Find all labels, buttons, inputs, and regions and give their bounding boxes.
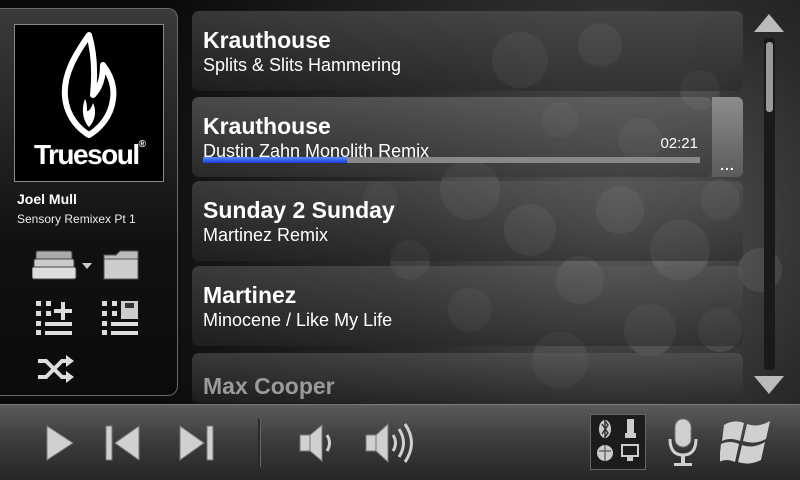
scroll-down-arrow-icon[interactable] xyxy=(752,374,786,396)
bottom-control-bar xyxy=(0,404,800,480)
playlist-item-now-playing[interactable]: Krauthouse Dustin Zahn Monolith Remix 02… xyxy=(192,97,712,177)
more-options-button[interactable]: ... xyxy=(712,97,743,177)
list-save-icon[interactable] xyxy=(102,299,140,337)
track-elapsed-time: 02:21 xyxy=(660,135,698,152)
album-name: Sensory Remixex Pt 1 xyxy=(17,212,136,226)
track-title: Max Cooper xyxy=(203,373,335,399)
control-divider xyxy=(258,419,261,467)
volume-down-icon[interactable] xyxy=(298,421,338,465)
track-progress-bar[interactable] xyxy=(203,157,700,163)
next-icon[interactable] xyxy=(177,423,215,463)
track-subtitle: Minocene / Like My Life xyxy=(203,310,393,330)
playlist-item[interactable]: Krauthouse Splits & Slits Hammering xyxy=(192,11,743,91)
album-art[interactable]: Truesoul® xyxy=(14,24,164,182)
track-title: Sunday 2 Sunday xyxy=(203,197,395,223)
connectivity-icon xyxy=(597,418,639,461)
track-subtitle: Splits & Slits Hammering xyxy=(203,55,402,75)
connectivity-button[interactable] xyxy=(590,414,646,470)
folder-icon[interactable] xyxy=(102,249,140,281)
media-player-screen: Truesoul® Joel Mull Sensory Remixex Pt 1 xyxy=(0,0,800,480)
volume-up-icon[interactable] xyxy=(364,419,420,467)
layers-icon[interactable] xyxy=(32,247,94,283)
play-icon[interactable] xyxy=(44,423,76,463)
list-add-icon[interactable] xyxy=(36,299,74,337)
now-playing-panel: Truesoul® Joel Mull Sensory Remixex Pt 1 xyxy=(0,8,178,396)
playlist-item[interactable]: Max Cooper xyxy=(192,353,743,403)
playlist-item[interactable]: Sunday 2 Sunday Martinez Remix xyxy=(192,181,743,261)
shuffle-icon[interactable] xyxy=(36,353,76,385)
label-logo-text: Truesoul® xyxy=(33,139,147,170)
track-progress-fill xyxy=(203,157,348,163)
track-title: Martinez xyxy=(203,282,297,308)
previous-icon[interactable] xyxy=(104,423,142,463)
more-options-label: ... xyxy=(720,157,735,173)
windows-logo-icon[interactable] xyxy=(720,415,774,469)
playlist-item[interactable]: Martinez Minocene / Like My Life xyxy=(192,266,743,346)
scroll-up-arrow-icon[interactable] xyxy=(752,12,786,34)
track-subtitle: Martinez Remix xyxy=(203,225,329,245)
track-title: Krauthouse xyxy=(203,113,331,139)
track-title: Krauthouse xyxy=(203,27,331,53)
scrollbar-thumb[interactable] xyxy=(766,42,773,112)
microphone-icon[interactable] xyxy=(666,417,700,469)
artist-name: Joel Mull xyxy=(17,191,77,207)
